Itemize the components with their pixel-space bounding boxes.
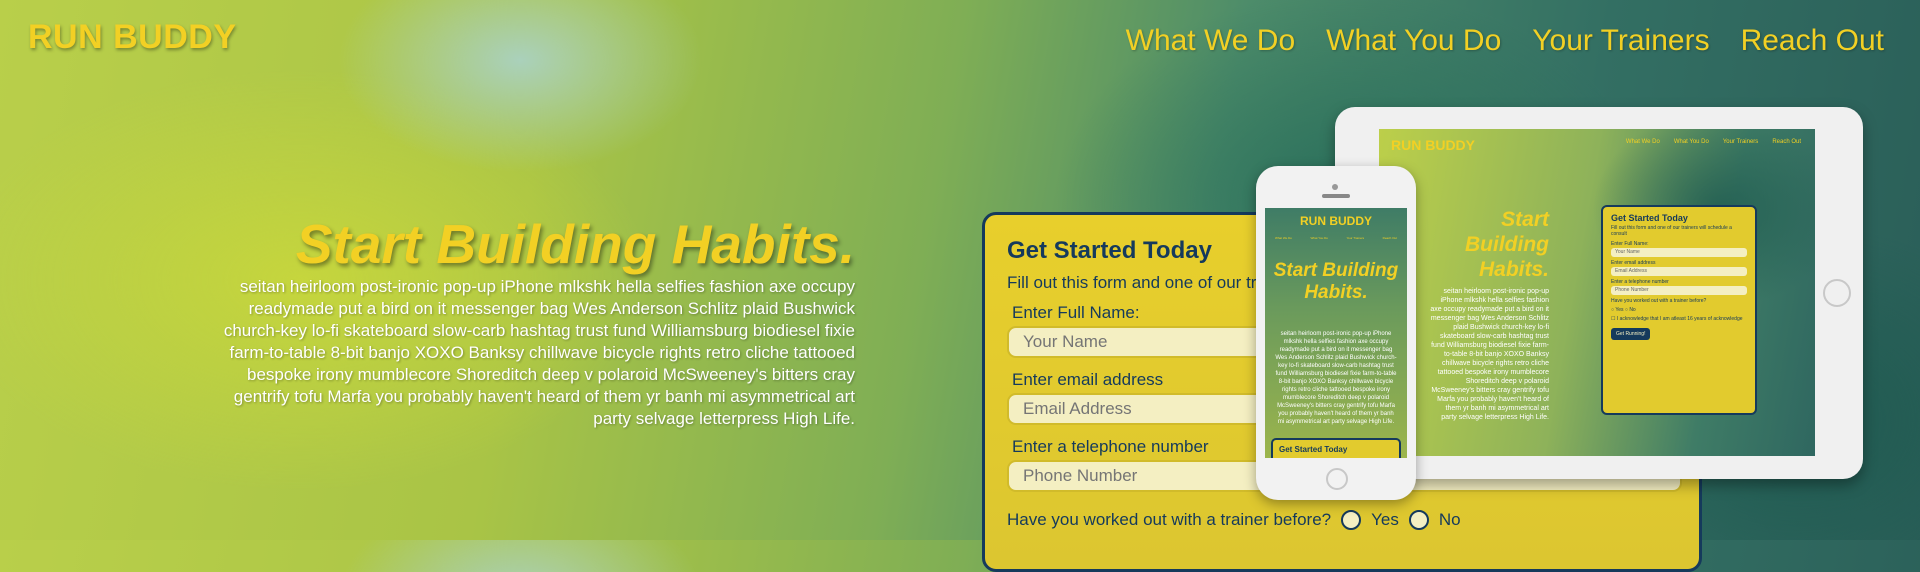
nav-your-trainers[interactable]: Your Trainers [1532, 24, 1709, 58]
hero-section: Start Building Habits. seitan heirloom p… [215, 212, 855, 430]
tablet-radio-row: ○ Yes ○ No [1611, 307, 1636, 313]
nav-what-we-do[interactable]: What We Do [1126, 24, 1296, 58]
phone-nav-item: Your Trainers [1346, 236, 1365, 240]
tablet-consent-text: I acknowledge that I am atleast 16 years… [1616, 316, 1743, 322]
tablet-form-subtitle: Fill out this form and one of our traine… [1611, 225, 1732, 237]
tablet-form-title: Get Started Today [1611, 213, 1688, 223]
tablet-input: Your Name [1611, 248, 1747, 257]
tablet-submit: Get Running! [1611, 328, 1651, 340]
phone-brand: RUN BUDDY [1300, 214, 1372, 228]
tablet-question: Have you worked out with a trainer befor… [1611, 298, 1707, 304]
hero-title: Start Building Habits. [295, 213, 855, 275]
phone-nav-item: Reach Out [1382, 236, 1397, 240]
tablet-form: Get Started Today Fill out this form and… [1601, 205, 1757, 415]
phone-hero-title: Start Building Habits. [1273, 260, 1399, 303]
brand-logo[interactable]: RUN BUDDY [28, 18, 237, 57]
tablet-input: Email Address [1611, 267, 1747, 276]
tablet-nav-item: What We Do [1625, 139, 1660, 145]
tablet-hero-title: Start Building Habits. [1465, 208, 1549, 281]
phone-mockup: RUN BUDDY What We Do What You Do Your Tr… [1256, 166, 1416, 500]
tablet-no: No [1629, 307, 1636, 313]
trainer-question: Have you worked out with a trainer befor… [1007, 510, 1332, 529]
phone-camera-icon [1332, 184, 1338, 190]
tablet-brand: RUN BUDDY [1391, 137, 1475, 153]
tablet-yes: Yes [1615, 307, 1624, 313]
nav-reach-out[interactable]: Reach Out [1741, 24, 1884, 58]
tablet-label: Enter email address [1611, 260, 1656, 266]
phone-home-button-icon [1326, 468, 1348, 490]
tablet-consent: ☐ I acknowledge that I am atleast 16 yea… [1611, 316, 1743, 322]
tablet-screen: RUN BUDDY What We Do What You Do Your Tr… [1379, 129, 1815, 456]
nav-what-you-do[interactable]: What You Do [1326, 24, 1501, 58]
phone-nav: What We Do What You Do Your Trainers Rea… [1275, 236, 1397, 240]
phone-screen: RUN BUDDY What We Do What You Do Your Tr… [1265, 208, 1407, 458]
phone-speaker-icon [1322, 194, 1350, 198]
tablet-home-button-icon [1823, 279, 1851, 307]
tablet-nav-item: Reach Out [1772, 139, 1801, 145]
tablet-hero-body: seitan heirloom post-ironic pop-up iPhon… [1430, 288, 1549, 421]
phone-nav-item: What We Do [1275, 236, 1292, 240]
no-radio[interactable] [1408, 510, 1429, 530]
hero-body: seitan heirloom post-ironic pop-up iPhon… [223, 277, 855, 428]
tablet-label: Enter Full Name: [1611, 241, 1649, 247]
yes-label: Yes [1371, 510, 1399, 529]
tablet-label: Enter a telephone number [1611, 279, 1669, 285]
trainer-question-row: Have you worked out with a trainer befor… [1007, 510, 1677, 530]
main-nav: What We Do What You Do Your Trainers Rea… [1126, 24, 1884, 58]
phone-nav-item: What You Do [1310, 236, 1328, 240]
yes-radio[interactable] [1341, 510, 1362, 530]
tablet-nav: What We Do What You Do Your Trainers Rea… [1626, 139, 1801, 145]
no-label: No [1438, 510, 1461, 529]
tablet-nav-item: Your Trainers [1722, 139, 1759, 145]
phone-form: Get Started Today [1271, 438, 1401, 458]
phone-hero-body: seitan heirloom post-ironic pop-up iPhon… [1275, 331, 1397, 425]
tablet-nav-item: What You Do [1673, 139, 1709, 145]
tablet-input: Phone Number [1611, 286, 1747, 295]
